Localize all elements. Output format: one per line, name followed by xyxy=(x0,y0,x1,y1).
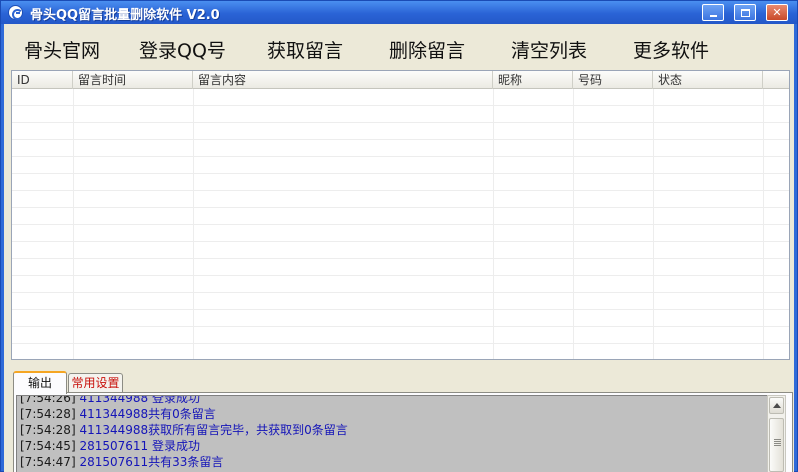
tab-output[interactable]: 输出 xyxy=(13,371,67,394)
log-line: [7:54:45] 281507611 登录成功 xyxy=(17,438,767,454)
log-line: [7:54:28] 411344988获取所有留言完毕，共获取到0条留言 xyxy=(17,422,767,438)
close-icon: ✕ xyxy=(772,6,782,19)
log-time: [7:54:26] xyxy=(20,395,76,405)
menu-login-qq[interactable]: 登录QQ号 xyxy=(139,36,226,63)
log-message: 281507611 登录成功 xyxy=(79,439,200,453)
column-divider xyxy=(763,89,764,359)
list-header: ID 留言时间 留言内容 昵称 号码 状态 xyxy=(12,71,789,89)
log-line: [7:54:26] 411344988 登录成功 xyxy=(17,395,767,406)
list-body[interactable] xyxy=(12,89,789,359)
column-header-number[interactable]: 号码 xyxy=(573,71,653,89)
maximize-icon xyxy=(741,9,750,17)
tab-settings[interactable]: 常用设置 xyxy=(68,373,123,393)
scroll-up-arrow-icon[interactable] xyxy=(769,397,784,414)
scroll-thumb[interactable] xyxy=(769,418,784,472)
column-header-nickname[interactable]: 昵称 xyxy=(493,71,573,89)
column-header-status[interactable]: 状态 xyxy=(653,71,763,89)
column-header-time[interactable]: 留言时间 xyxy=(73,71,193,89)
close-button[interactable]: ✕ xyxy=(766,4,788,21)
column-header-id[interactable]: ID xyxy=(12,71,73,89)
menu-official-site[interactable]: 骨头官网 xyxy=(24,36,100,63)
app-logo-icon[interactable] xyxy=(8,5,23,20)
output-log[interactable]: [7:54:26] 411344988 登录成功 [7:54:28] 41134… xyxy=(16,395,767,472)
minimize-button[interactable] xyxy=(702,4,724,21)
message-list[interactable]: ID 留言时间 留言内容 昵称 号码 状态 xyxy=(11,70,790,360)
client-area: 骨头官网 登录QQ号 获取留言 删除留言 清空列表 更多软件 ID 留言时间 留… xyxy=(4,24,794,472)
log-time: [7:54:28] xyxy=(20,407,76,421)
menu-bar: 骨头官网 登录QQ号 获取留言 删除留言 清空列表 更多软件 xyxy=(4,24,794,69)
app-window: 骨头QQ留言批量删除软件 V2.0 ✕ 骨头官网 登录QQ号 获取留言 删除留言… xyxy=(0,0,798,472)
column-divider xyxy=(653,89,654,359)
log-scrollbar[interactable] xyxy=(767,395,786,472)
log-message: 411344988获取所有留言完毕，共获取到0条留言 xyxy=(79,423,348,437)
menu-clear-list[interactable]: 清空列表 xyxy=(511,36,587,63)
title-bar[interactable]: 骨头QQ留言批量删除软件 V2.0 ✕ xyxy=(1,1,797,24)
log-message: 281507611共有33条留言 xyxy=(79,455,224,469)
window-title: 骨头QQ留言批量删除软件 V2.0 xyxy=(30,8,220,23)
column-header-content[interactable]: 留言内容 xyxy=(193,71,493,89)
log-time: [7:54:45] xyxy=(20,439,76,453)
column-divider xyxy=(493,89,494,359)
log-message: 411344988共有0条留言 xyxy=(79,407,216,421)
log-line: [7:54:47] 281507611共有33条留言 xyxy=(17,454,767,470)
log-time: [7:54:28] xyxy=(20,423,76,437)
log-time: [7:54:47] xyxy=(20,455,76,469)
column-divider xyxy=(573,89,574,359)
log-message: 411344988 登录成功 xyxy=(79,395,200,405)
column-divider xyxy=(193,89,194,359)
menu-delete-messages[interactable]: 删除留言 xyxy=(389,36,465,63)
menu-more-software[interactable]: 更多软件 xyxy=(633,36,709,63)
grip-icon xyxy=(774,439,781,446)
menu-fetch-messages[interactable]: 获取留言 xyxy=(267,36,343,63)
minimize-icon xyxy=(710,15,717,17)
log-line: [7:54:28] 411344988共有0条留言 xyxy=(17,406,767,422)
maximize-button[interactable] xyxy=(734,4,756,21)
column-divider xyxy=(73,89,74,359)
tab-strip: 输出 常用设置 xyxy=(13,371,793,394)
